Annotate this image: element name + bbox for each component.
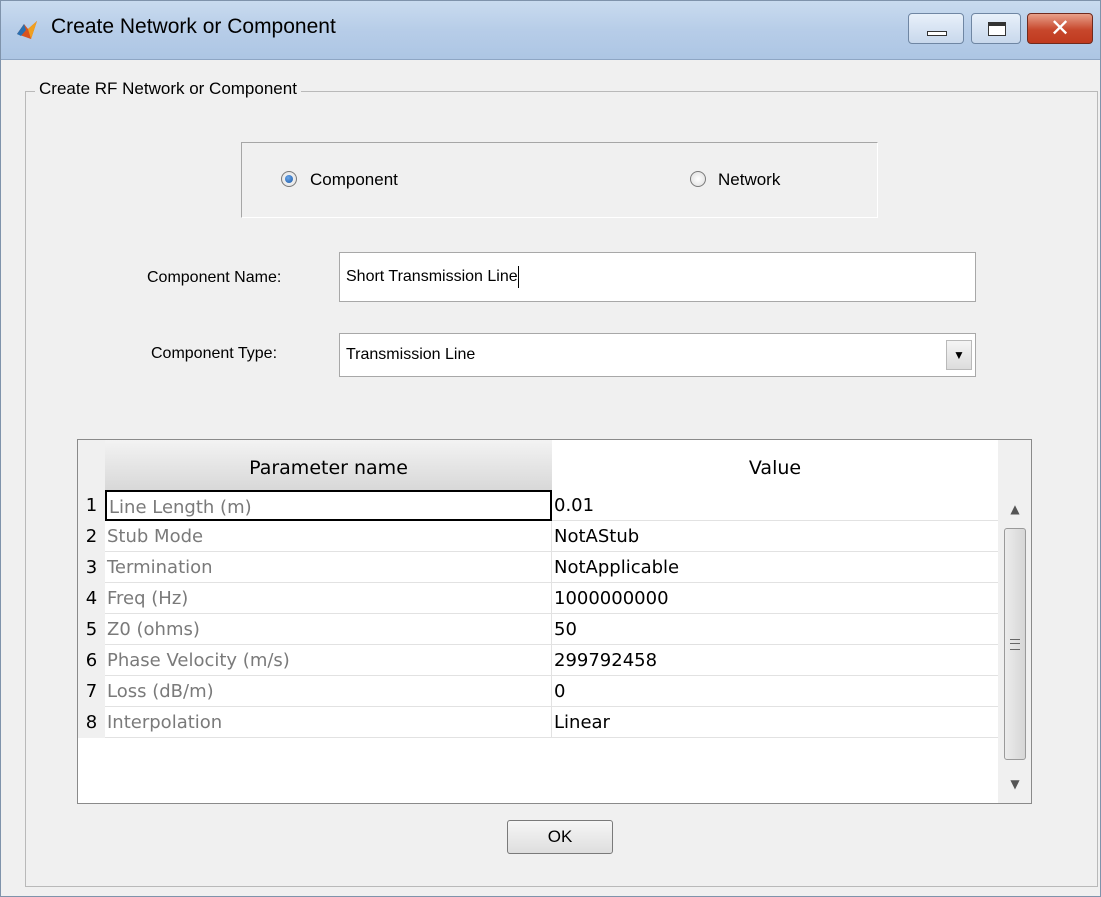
table-header-row: Parameter name Value bbox=[78, 440, 1031, 490]
minimize-button[interactable] bbox=[908, 13, 964, 44]
parameter-name-cell[interactable]: Freq (Hz) bbox=[105, 583, 552, 614]
component-radio[interactable] bbox=[281, 171, 297, 187]
network-radio[interactable] bbox=[690, 171, 706, 187]
value-cell[interactable]: NotApplicable bbox=[552, 552, 998, 583]
row-number: 7 bbox=[78, 676, 105, 707]
scroll-thumb[interactable] bbox=[1004, 528, 1026, 760]
header-parameter-name[interactable]: Parameter name bbox=[105, 440, 553, 490]
parameter-name-cell[interactable]: Z0 (ohms) bbox=[105, 614, 552, 645]
table-row[interactable]: 8 Interpolation Linear bbox=[78, 707, 998, 738]
dropdown-arrow-icon[interactable]: ▼ bbox=[946, 340, 972, 370]
table-row[interactable]: 6 Phase Velocity (m/s) 299792458 bbox=[78, 645, 998, 676]
maximize-icon bbox=[988, 22, 1006, 36]
component-type-select[interactable]: Transmission Line ▼ bbox=[339, 333, 976, 377]
table-row[interactable]: 5 Z0 (ohms) 50 bbox=[78, 614, 998, 645]
value-cell[interactable]: 50 bbox=[552, 614, 998, 645]
value-cell[interactable]: 0.01 bbox=[552, 490, 998, 521]
parameter-table[interactable]: Parameter name Value 1 Line Length (m) 0… bbox=[77, 439, 1032, 804]
minimize-icon bbox=[927, 31, 947, 36]
ok-button[interactable]: OK bbox=[507, 820, 613, 854]
component-name-input[interactable]: Short Transmission Line bbox=[339, 252, 976, 302]
row-number: 4 bbox=[78, 583, 105, 614]
close-icon: ✕ bbox=[1049, 14, 1071, 42]
dialog-window: Create Network or Component ✕ Create RF … bbox=[0, 0, 1101, 897]
parameter-name-cell[interactable]: Termination bbox=[105, 552, 552, 583]
grip-icon bbox=[1010, 639, 1020, 650]
network-radio-label[interactable]: Network bbox=[718, 170, 780, 190]
window-title: Create Network or Component bbox=[51, 15, 336, 38]
parameter-name-cell[interactable]: Phase Velocity (m/s) bbox=[105, 645, 552, 676]
value-cell[interactable]: 299792458 bbox=[552, 645, 998, 676]
component-name-label: Component Name: bbox=[147, 269, 282, 286]
table-row[interactable]: 7 Loss (dB/m) 0 bbox=[78, 676, 998, 707]
row-number: 6 bbox=[78, 645, 105, 676]
row-number: 5 bbox=[78, 614, 105, 645]
parameter-name-cell[interactable]: Loss (dB/m) bbox=[105, 676, 552, 707]
component-name-value: Short Transmission Line bbox=[346, 268, 518, 285]
group-label: Create RF Network or Component bbox=[35, 79, 301, 99]
title-bar[interactable]: Create Network or Component ✕ bbox=[1, 1, 1100, 60]
parameter-name-cell[interactable]: Interpolation bbox=[105, 707, 552, 738]
row-number: 8 bbox=[78, 707, 105, 738]
radio-panel: Component Network bbox=[241, 142, 878, 218]
matlab-logo-icon bbox=[17, 21, 37, 39]
value-cell[interactable]: 1000000000 bbox=[552, 583, 998, 614]
table-row[interactable]: 4 Freq (Hz) 1000000000 bbox=[78, 583, 998, 614]
value-cell[interactable]: 0 bbox=[552, 676, 998, 707]
value-cell[interactable]: NotAStub bbox=[552, 521, 998, 552]
header-value[interactable]: Value bbox=[552, 440, 998, 490]
row-number: 2 bbox=[78, 521, 105, 552]
parameter-name-cell[interactable]: Line Length (m) bbox=[105, 490, 552, 521]
table-corner bbox=[78, 440, 105, 490]
row-number: 1 bbox=[78, 490, 105, 521]
component-radio-label[interactable]: Component bbox=[310, 170, 398, 190]
value-cell[interactable]: Linear bbox=[552, 707, 998, 738]
scroll-down-arrow-icon[interactable]: ▼ bbox=[1004, 771, 1026, 797]
component-type-label: Component Type: bbox=[151, 345, 278, 362]
row-number: 3 bbox=[78, 552, 105, 583]
parameter-name-cell[interactable]: Stub Mode bbox=[105, 521, 552, 552]
vertical-scrollbar[interactable]: ▲ ▼ bbox=[998, 490, 1031, 803]
text-caret bbox=[517, 265, 519, 288]
scroll-up-arrow-icon[interactable]: ▲ bbox=[1004, 496, 1026, 522]
table-row[interactable]: 1 Line Length (m) 0.01 bbox=[78, 490, 998, 521]
table-row[interactable]: 2 Stub Mode NotAStub bbox=[78, 521, 998, 552]
close-button[interactable]: ✕ bbox=[1027, 13, 1093, 44]
component-type-value: Transmission Line bbox=[346, 346, 476, 363]
maximize-button[interactable] bbox=[971, 13, 1021, 44]
table-row[interactable]: 3 Termination NotApplicable bbox=[78, 552, 998, 583]
